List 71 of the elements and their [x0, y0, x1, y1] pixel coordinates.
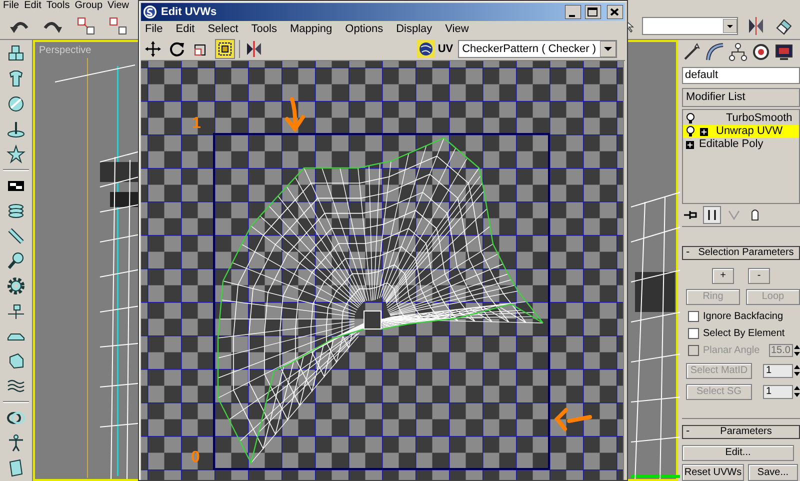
light-bulb-icon[interactable]	[686, 126, 695, 138]
sphere-icon[interactable]	[6, 94, 26, 114]
menu-item[interactable]: Group	[74, 0, 103, 12]
bone-icon[interactable]	[6, 226, 26, 246]
wand-icon[interactable]	[682, 42, 702, 62]
rollout-header[interactable]: - Parameters	[682, 424, 800, 439]
button[interactable]: +	[712, 268, 734, 284]
left-arrow-icon	[554, 408, 592, 431]
collapse-sign[interactable]: -	[686, 246, 696, 260]
object-name-field[interactable]: default	[682, 66, 800, 84]
spinner-arrows-icon[interactable]	[794, 364, 800, 378]
menu-item[interactable]: File	[3, 0, 20, 12]
button[interactable]: Edit...	[682, 444, 794, 461]
hierarchy-icon[interactable]	[728, 42, 748, 62]
checkbox-label: Select By Element	[703, 327, 785, 340]
modifier-list-dropdown[interactable]: Modifier List	[682, 88, 800, 108]
menu-item[interactable]: Tools	[46, 0, 70, 12]
rollout-title: Selection Parameters	[697, 246, 795, 259]
maximize-icon[interactable]	[585, 5, 601, 19]
link-icon[interactable]	[76, 16, 96, 36]
menu-item[interactable]: Tools	[251, 21, 277, 38]
spinner-arrows-icon[interactable]	[794, 385, 800, 398]
caret-icon	[723, 18, 737, 32]
uv-label[interactable]: UV	[438, 40, 454, 58]
close-icon[interactable]	[607, 5, 623, 19]
expand-icon[interactable]	[686, 140, 694, 149]
checkbox-label: Ignore Backfacing	[703, 310, 784, 324]
checkbox[interactable]	[688, 311, 699, 322]
rollout-title: Parameters	[719, 426, 773, 438]
button[interactable]: -	[748, 268, 770, 284]
menu-item[interactable]: View	[108, 0, 130, 12]
gear-icon[interactable]	[6, 276, 26, 296]
coil-icon[interactable]	[6, 201, 26, 221]
menu-item[interactable]: Edit	[176, 21, 195, 38]
show-end-result-icon[interactable]	[703, 206, 721, 224]
expand-icon[interactable]	[700, 128, 708, 136]
texture-icon[interactable]	[416, 40, 435, 58]
unlink-icon[interactable]	[108, 16, 128, 36]
minimize-icon[interactable]	[565, 5, 581, 19]
button[interactable]: Reset UVWs	[682, 464, 744, 481]
light-bulb-icon[interactable]	[686, 113, 695, 124]
window-title: Edit UVWs	[161, 4, 218, 20]
menu-item[interactable]: Select	[208, 21, 238, 38]
figure-icon[interactable]	[6, 433, 26, 453]
texture-dropdown[interactable]: CheckerPattern ( Checker )	[458, 40, 617, 58]
stack-item[interactable]: TurboSmooth	[683, 112, 799, 126]
collapse-sign[interactable]: -	[686, 425, 696, 438]
menu-item[interactable]: Mapping	[290, 21, 332, 38]
stack-item[interactable]: Editable Poly	[683, 138, 799, 152]
checkbox-label: Planar Angle	[703, 344, 760, 358]
mirror-icon[interactable]	[746, 16, 766, 36]
pin-icon[interactable]	[6, 119, 26, 139]
menu-item[interactable]: Edit	[24, 0, 42, 12]
caret-icon[interactable]	[600, 41, 616, 57]
selection-set-dropdown[interactable]	[642, 16, 738, 34]
stack-item[interactable]: Unwrap UVW	[683, 125, 799, 138]
checkbox[interactable]	[688, 328, 699, 340]
rollout-header[interactable]: - Selection Parameters	[682, 246, 800, 260]
star-icon[interactable]	[6, 144, 26, 164]
menu-item[interactable]: Options	[345, 21, 384, 38]
menu-item[interactable]: Display	[396, 21, 432, 38]
magnifier-icon[interactable]	[6, 251, 26, 271]
app-logo-icon	[143, 5, 157, 19]
button[interactable]: Save...	[748, 464, 798, 481]
spinner-arrows-icon[interactable]	[794, 344, 800, 358]
menu-item[interactable]: File	[145, 21, 163, 38]
wheel-icon[interactable]	[751, 42, 771, 62]
menu-item[interactable]: View	[445, 21, 469, 38]
monitor-icon[interactable]	[774, 42, 794, 62]
down-arrow-icon	[285, 97, 305, 132]
curve-icon[interactable]	[705, 42, 725, 62]
